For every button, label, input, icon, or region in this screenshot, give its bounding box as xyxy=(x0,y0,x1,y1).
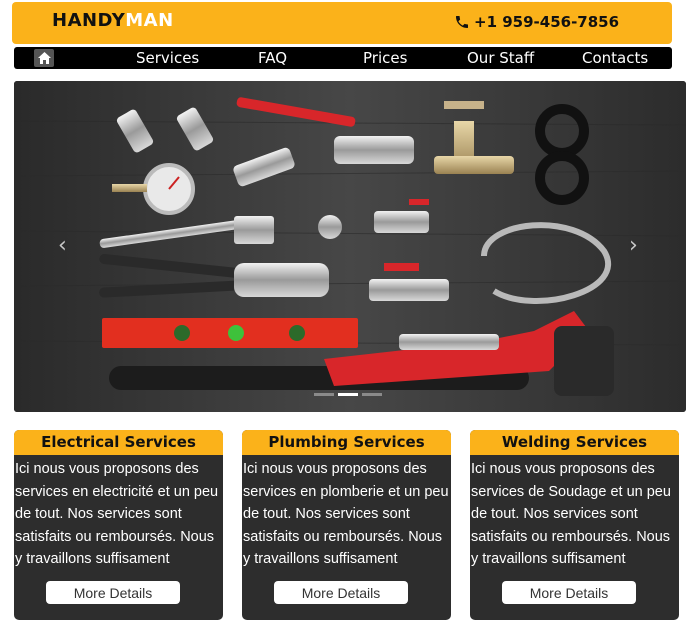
service-card-welding: Welding Services Ici nous vous proposons… xyxy=(470,430,679,620)
phone-number: +1 959-456-7856 xyxy=(474,13,620,31)
card-description: Ici nous vous proposons des services en … xyxy=(15,461,219,567)
chevron-left-icon[interactable]: ‹ xyxy=(58,233,67,258)
card-title: Electrical Services xyxy=(14,430,223,455)
home-button[interactable] xyxy=(34,49,54,67)
more-details-button[interactable]: More Details xyxy=(46,581,180,604)
phone-icon xyxy=(456,16,468,28)
chevron-right-icon[interactable]: › xyxy=(629,233,638,258)
slide-indicator-1[interactable] xyxy=(314,393,334,396)
phone-contact[interactable]: +1 959-456-7856 xyxy=(454,13,619,31)
nav-item-our-staff[interactable]: Our Staff xyxy=(467,49,534,67)
home-icon xyxy=(37,52,51,64)
card-description: Ici nous vous proposons des services en … xyxy=(243,461,449,567)
more-details-button[interactable]: More Details xyxy=(274,581,408,604)
logo-main: HANDY xyxy=(52,10,126,31)
slide-indicator-2[interactable] xyxy=(338,393,358,396)
more-details-button[interactable]: More Details xyxy=(502,581,636,604)
slide-indicator-3[interactable] xyxy=(362,393,382,396)
service-card-electrical: Electrical Services Ici nous vous propos… xyxy=(14,430,223,620)
hero-slider[interactable]: ‹ › xyxy=(14,81,686,412)
plumbing-tools-image xyxy=(14,81,686,412)
site-header: HANDYMAN +1 959-456-7856 xyxy=(12,2,672,44)
service-card-plumbing: Plumbing Services Ici nous vous proposon… xyxy=(242,430,451,620)
card-description: Ici nous vous proposons des services de … xyxy=(471,461,671,567)
card-title: Welding Services xyxy=(470,430,679,455)
nav-item-contacts[interactable]: Contacts xyxy=(582,49,648,67)
nav-item-faq[interactable]: FAQ xyxy=(258,49,287,67)
logo-accent: MAN xyxy=(125,10,174,31)
slider-indicators xyxy=(314,393,382,396)
card-title: Plumbing Services xyxy=(242,430,451,455)
nav-item-services[interactable]: Services xyxy=(136,49,199,67)
nav-item-prices[interactable]: Prices xyxy=(363,49,407,67)
logo[interactable]: HANDYMAN xyxy=(52,10,174,31)
main-nav: Services FAQ Prices Our Staff Contacts xyxy=(14,47,672,69)
